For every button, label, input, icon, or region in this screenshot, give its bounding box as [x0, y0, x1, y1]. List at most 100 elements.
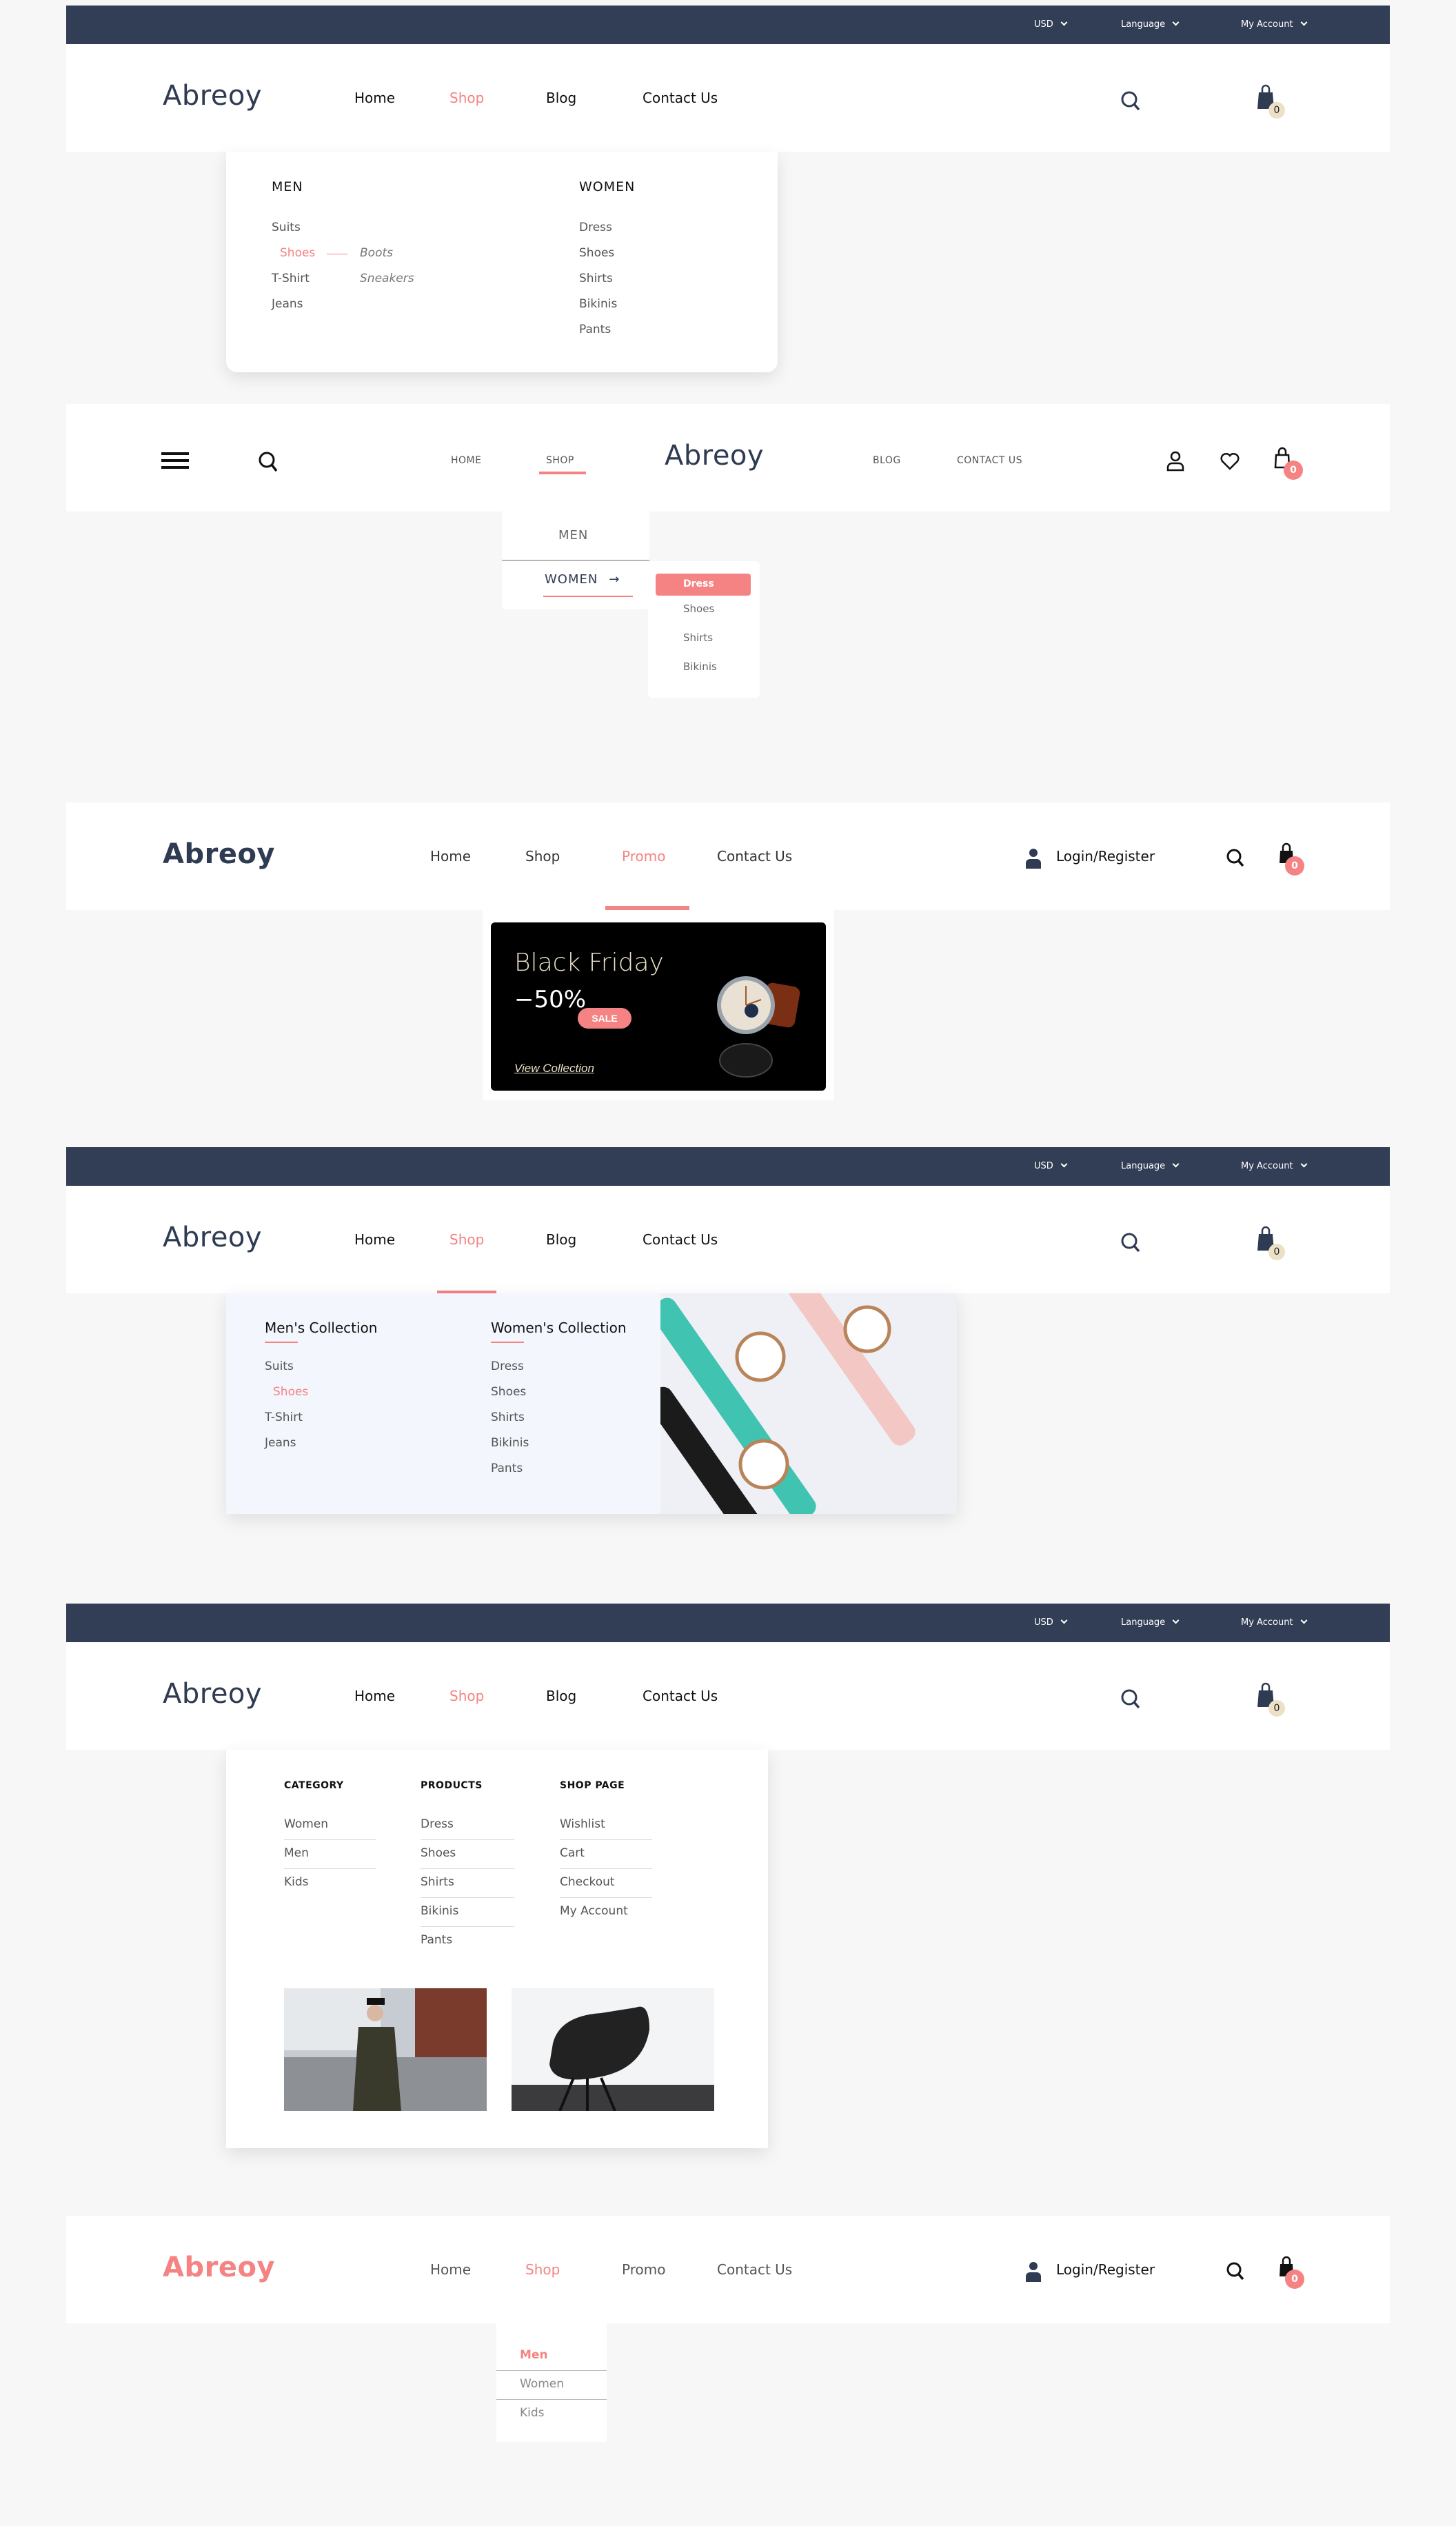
search-icon[interactable]	[1226, 848, 1245, 869]
logo[interactable]: Abreoy	[163, 1678, 262, 1710]
nav-home[interactable]: Home	[430, 2261, 471, 2278]
menu-link-wishlist[interactable]: Wishlist	[560, 1817, 605, 1831]
account-selector[interactable]: My Account	[1241, 1604, 1307, 1642]
search-icon[interactable]	[1120, 1688, 1142, 1712]
menu-link-shirts[interactable]: Shirts	[421, 1875, 454, 1889]
nav-home[interactable]: Home	[354, 90, 395, 106]
menu-link-bikinis[interactable]: Bikinis	[579, 297, 617, 311]
menu-link-women[interactable]: Women	[284, 1817, 328, 1831]
menu-link-shoes[interactable]: Shoes	[280, 246, 315, 260]
menu-link-dress[interactable]: Dress	[421, 1817, 454, 1831]
menu-link-cart[interactable]: Cart	[560, 1846, 585, 1860]
submenu-link-boots[interactable]: Boots	[360, 246, 393, 260]
account-selector[interactable]: My Account	[1241, 6, 1307, 44]
menu-link-jeans[interactable]: Jeans	[265, 1436, 296, 1450]
nav-shop[interactable]: Shop	[525, 2261, 560, 2278]
search-icon[interactable]	[258, 451, 280, 474]
submenu-link-sneakers[interactable]: Sneakers	[360, 272, 414, 285]
search-icon[interactable]	[1226, 2261, 1245, 2282]
nav-contact[interactable]: Contact Us	[717, 2261, 792, 2278]
women-column-title: WOMEN	[579, 179, 636, 194]
view-collection-link[interactable]: View Collection	[514, 1062, 594, 1075]
menu-link-tshirt[interactable]: T-Shirt	[272, 272, 310, 285]
menu-link-shoes[interactable]: Shoes	[273, 1385, 308, 1399]
logo[interactable]: Abreoy	[665, 440, 764, 472]
hamburger-menu-icon[interactable]	[161, 451, 189, 470]
menu-link-bikinis[interactable]: Bikinis	[491, 1436, 529, 1450]
nav-home[interactable]: Home	[354, 1688, 395, 1704]
search-icon[interactable]	[1120, 90, 1142, 114]
menu-item-women[interactable]: WOMEN →	[545, 572, 620, 587]
submenu-item-bikinis[interactable]: Bikinis	[683, 660, 717, 673]
nav-shop[interactable]: Shop	[449, 1688, 484, 1704]
menu-item-men[interactable]: MEN	[558, 528, 588, 543]
nav-contact[interactable]: CONTACT US	[957, 455, 1022, 466]
menu-link-shirts[interactable]: Shirts	[579, 272, 613, 285]
currency-selector[interactable]: USD	[1034, 6, 1068, 44]
header-variant-6: Abreoy Home Shop Promo Contact Us Login/…	[66, 2216, 1390, 2323]
nav-blog[interactable]: Blog	[546, 90, 576, 106]
menu-link-bikinis[interactable]: Bikinis	[421, 1904, 458, 1918]
menu-link-pants[interactable]: Pants	[579, 323, 611, 336]
logo[interactable]: Abreoy	[163, 838, 275, 870]
nav-shop[interactable]: Shop	[525, 848, 560, 865]
menu-link-pants[interactable]: Pants	[491, 1462, 523, 1475]
promo-banner[interactable]: Black Friday −50% SALE View Collection	[491, 922, 826, 1091]
nav-shop[interactable]: Shop	[449, 1231, 484, 1248]
nav-contact[interactable]: Contact Us	[643, 1688, 718, 1704]
nav-contact[interactable]: Contact Us	[643, 90, 718, 106]
nav-home[interactable]: Home	[354, 1231, 395, 1248]
nav-promo[interactable]: Promo	[622, 848, 665, 865]
nav-promo[interactable]: Promo	[622, 2261, 665, 2278]
nav-shop[interactable]: Shop	[449, 90, 484, 106]
menu-item-men[interactable]: Men	[520, 2348, 548, 2362]
menu-link-checkout[interactable]: Checkout	[560, 1875, 615, 1889]
chair-image[interactable]	[512, 1988, 714, 2111]
nav-blog[interactable]: BLOG	[873, 455, 901, 466]
menu-link-tshirt[interactable]: T-Shirt	[265, 1411, 303, 1424]
divider	[421, 1897, 514, 1898]
nav-contact[interactable]: Contact Us	[717, 848, 792, 865]
submenu-item-dress[interactable]: Dress	[656, 574, 751, 596]
menu-link-shirts[interactable]: Shirts	[491, 1411, 525, 1424]
currency-selector[interactable]: USD	[1034, 1147, 1068, 1186]
nav-home[interactable]: HOME	[451, 455, 481, 466]
menu-link-my-account[interactable]: My Account	[560, 1904, 628, 1918]
login-register-link[interactable]: Login/Register	[1056, 2261, 1155, 2278]
menu-link-dress[interactable]: Dress	[579, 221, 612, 234]
menu-link-shoes[interactable]: Shoes	[579, 246, 614, 260]
submenu-item-shoes[interactable]: Shoes	[683, 603, 714, 615]
logo[interactable]: Abreoy	[163, 1222, 262, 1253]
fashion-model-image[interactable]	[284, 1988, 487, 2111]
language-selector[interactable]: Language	[1121, 1147, 1180, 1186]
menu-link-pants[interactable]: Pants	[421, 1933, 452, 1947]
menu-link-jeans[interactable]: Jeans	[272, 297, 303, 311]
nav-blog[interactable]: Blog	[546, 1231, 576, 1248]
menu-link-men[interactable]: Men	[284, 1846, 309, 1860]
user-icon[interactable]	[1166, 451, 1184, 472]
menu-link-suits[interactable]: Suits	[265, 1360, 294, 1373]
language-selector[interactable]: Language	[1121, 6, 1180, 44]
cart-count-badge: 0	[1284, 461, 1303, 480]
login-register-link[interactable]: Login/Register	[1056, 848, 1155, 865]
top-bar: USD Language My Account	[66, 6, 1390, 44]
menu-item-women[interactable]: Women	[520, 2377, 564, 2391]
menu-link-shoes[interactable]: Shoes	[421, 1846, 456, 1860]
menu-link-kids[interactable]: Kids	[284, 1875, 309, 1889]
currency-selector[interactable]: USD	[1034, 1604, 1068, 1642]
account-selector[interactable]: My Account	[1241, 1147, 1307, 1186]
menu-link-dress[interactable]: Dress	[491, 1360, 524, 1373]
nav-shop[interactable]: SHOP	[546, 455, 574, 466]
nav-contact[interactable]: Contact Us	[643, 1231, 718, 1248]
submenu-item-shirts[interactable]: Shirts	[683, 632, 713, 644]
nav-home[interactable]: Home	[430, 848, 471, 865]
menu-item-kids[interactable]: Kids	[520, 2406, 545, 2420]
menu-link-shoes[interactable]: Shoes	[491, 1385, 526, 1399]
heart-icon[interactable]	[1220, 452, 1240, 470]
language-selector[interactable]: Language	[1121, 1604, 1180, 1642]
logo[interactable]: Abreoy	[163, 80, 262, 112]
search-icon[interactable]	[1120, 1231, 1142, 1256]
nav-blog[interactable]: Blog	[546, 1688, 576, 1704]
logo[interactable]: Abreoy	[163, 2252, 275, 2283]
menu-link-suits[interactable]: Suits	[272, 221, 301, 234]
